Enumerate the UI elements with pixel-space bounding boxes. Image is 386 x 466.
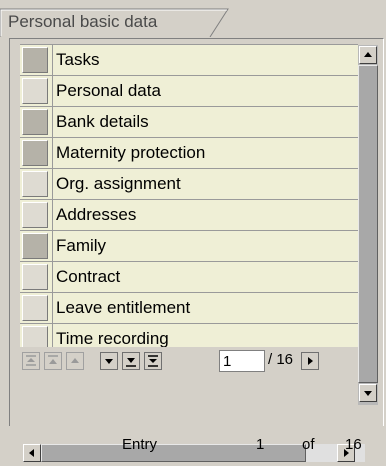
last-page-icon xyxy=(148,355,158,367)
list-navigation: / 16 xyxy=(20,347,358,377)
previous-page-icon xyxy=(71,358,79,363)
of-label: of xyxy=(302,436,315,453)
previous-page-button[interactable] xyxy=(66,352,84,370)
list-row[interactable]: Addresses xyxy=(20,200,358,231)
row-selector-button[interactable] xyxy=(22,264,48,290)
row-divider xyxy=(52,107,53,137)
list-item-label: Contract xyxy=(56,267,121,286)
list-row[interactable]: Personal data xyxy=(20,76,358,107)
list-item-label: Addresses xyxy=(56,205,137,224)
scroll-up-button[interactable] xyxy=(359,46,377,64)
vertical-scrollbar[interactable] xyxy=(358,45,378,405)
list-row[interactable]: Tasks xyxy=(20,44,358,76)
row-divider xyxy=(52,262,53,292)
list-item-label: Maternity protection xyxy=(56,143,206,162)
list-row[interactable]: Leave entitlement xyxy=(20,293,358,324)
row-selector-button[interactable] xyxy=(22,202,48,228)
row-selector-button[interactable] xyxy=(22,140,48,166)
entry-status-bar: Entry 1 of 16 xyxy=(0,436,386,458)
tab-personal-basic-data[interactable]: Personal basic data xyxy=(0,5,238,37)
page-number-input[interactable] xyxy=(219,350,265,372)
first-page-icon xyxy=(26,355,36,366)
last-page-button[interactable] xyxy=(144,352,162,370)
next-page-button[interactable] xyxy=(100,352,118,370)
infotype-list: Tasks Personal data Bank details Maternity … xyxy=(20,44,358,355)
row-divider xyxy=(52,76,53,106)
page-up-button[interactable] xyxy=(44,352,62,370)
page-down-button[interactable] xyxy=(122,352,140,370)
entry-total: 16 xyxy=(345,436,362,453)
list-item-label: Personal data xyxy=(56,81,161,100)
list-item-label: Time recording xyxy=(56,329,169,348)
row-selector-button[interactable] xyxy=(22,78,48,104)
row-selector-button[interactable] xyxy=(22,295,48,321)
row-selector-button[interactable] xyxy=(22,109,48,135)
tab-label: Personal basic data xyxy=(8,12,158,31)
scroll-down-arrow-icon xyxy=(364,391,372,396)
scroll-up-arrow-icon xyxy=(364,52,372,57)
page-up-icon xyxy=(48,355,58,364)
row-divider xyxy=(52,293,53,323)
list-item-label: Tasks xyxy=(56,50,100,69)
row-divider xyxy=(52,169,53,199)
list-item-label: Org. assignment xyxy=(56,174,181,193)
list-item-label: Family xyxy=(56,236,107,255)
row-divider xyxy=(52,200,53,230)
entry-label: Entry xyxy=(122,436,158,453)
infotype-panel: Tasks Personal data Bank details Maternity … xyxy=(9,38,384,462)
row-divider xyxy=(52,45,53,75)
list-row[interactable]: Contract xyxy=(20,262,358,293)
row-selector-button[interactable] xyxy=(22,47,48,73)
page-total: / 16 xyxy=(268,351,294,368)
list-row[interactable]: Org. assignment xyxy=(20,169,358,200)
list-row[interactable]: Bank details xyxy=(20,107,358,138)
scroll-down-button[interactable] xyxy=(359,384,377,402)
page-down-icon xyxy=(126,358,136,367)
row-selector-button[interactable] xyxy=(22,171,48,197)
first-page-button[interactable] xyxy=(22,352,40,370)
entry-value: 1 xyxy=(256,436,265,453)
row-divider xyxy=(52,231,53,261)
row-selector-button[interactable] xyxy=(22,233,48,259)
row-divider xyxy=(52,138,53,168)
vertical-scroll-thumb[interactable] xyxy=(358,65,378,383)
next-arrow-icon xyxy=(308,357,313,365)
next-page-icon xyxy=(105,359,113,364)
list-item-label: Bank details xyxy=(56,112,149,131)
list-row[interactable]: Family xyxy=(20,231,358,262)
list-row[interactable]: Maternity protection xyxy=(20,138,358,169)
next-arrow-button[interactable] xyxy=(301,352,319,370)
list-item-label: Leave entitlement xyxy=(56,298,191,317)
